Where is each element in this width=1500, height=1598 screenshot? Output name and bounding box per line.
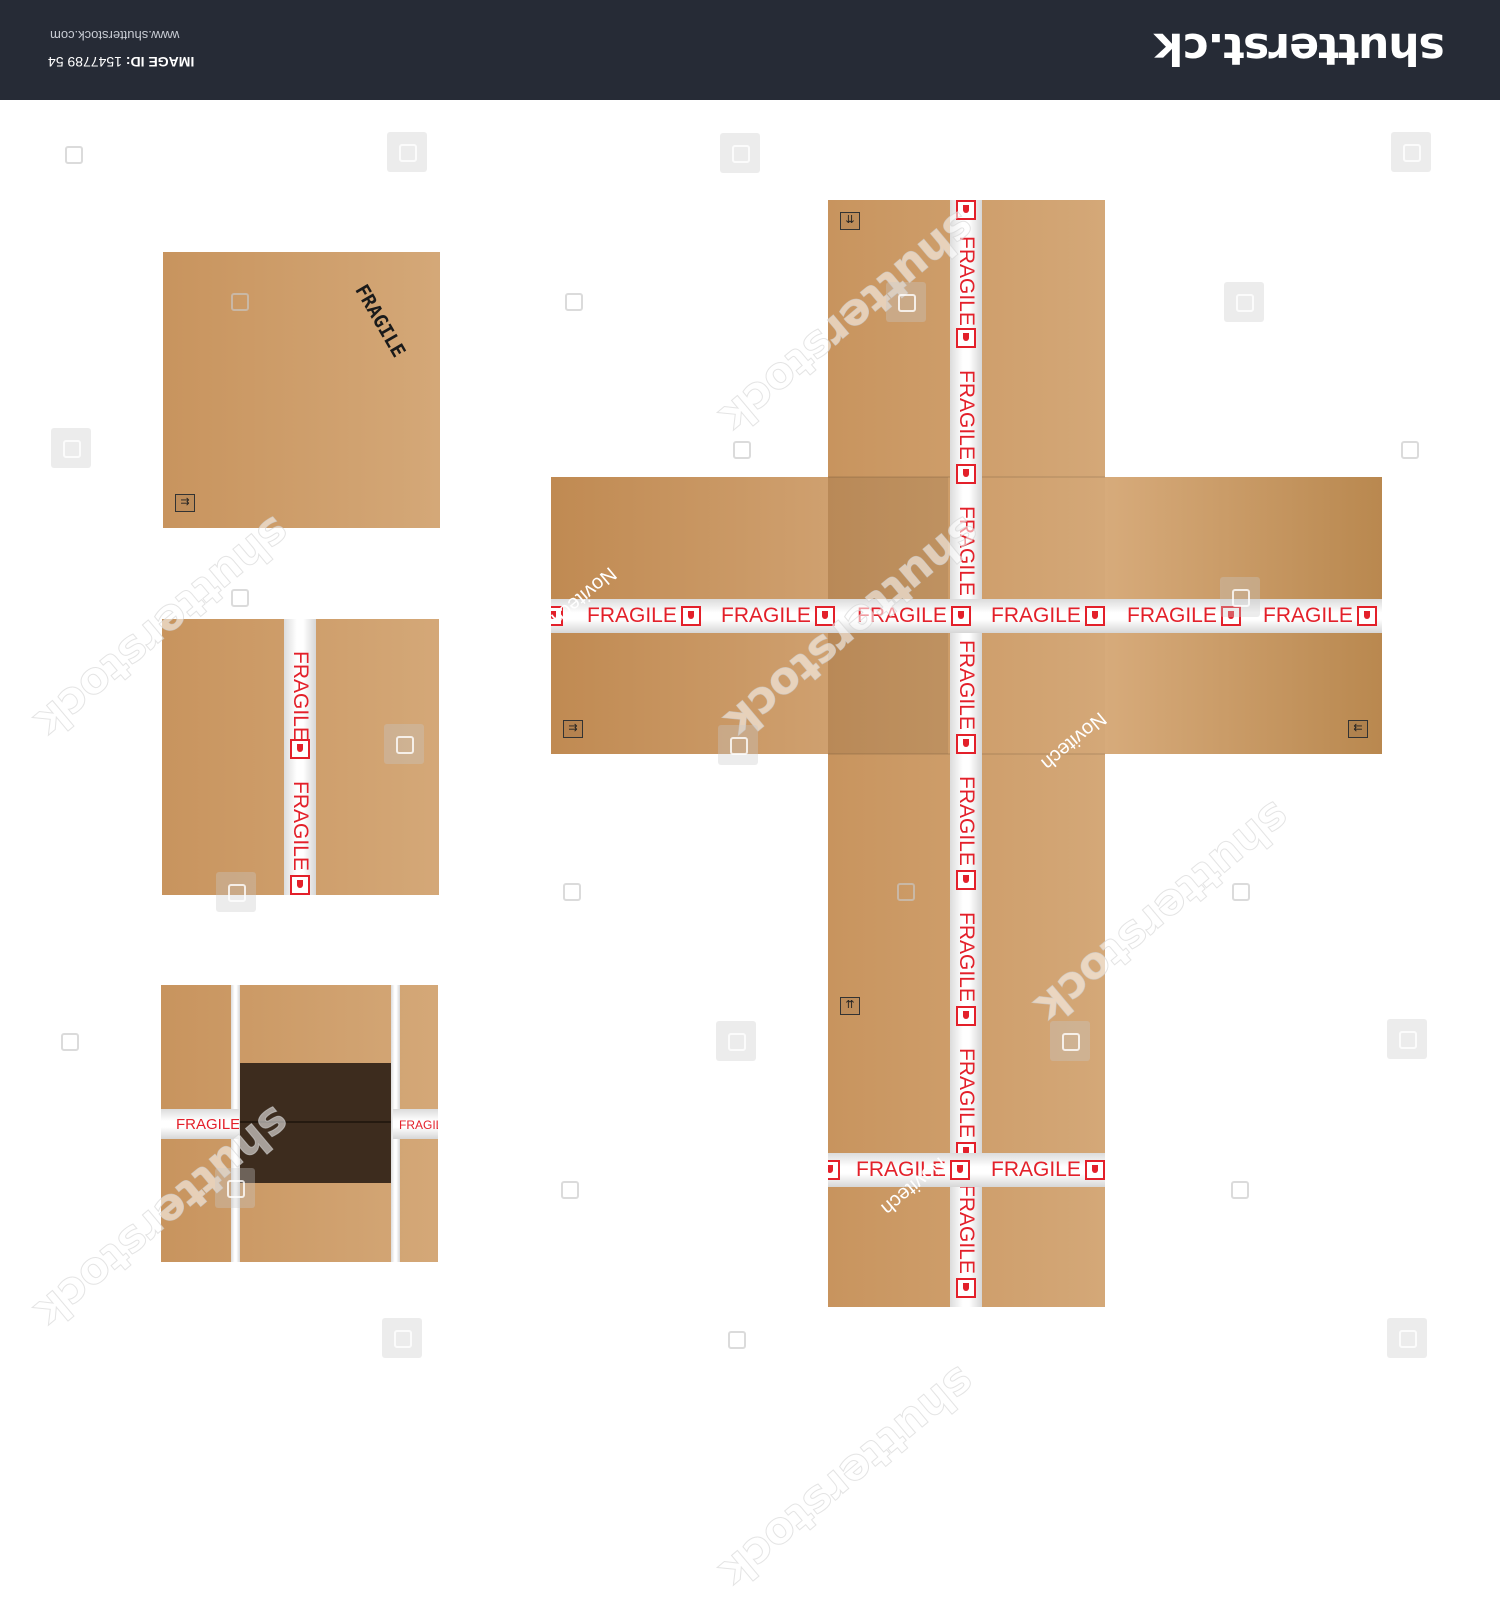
box-panel-plain: ⇉ [163, 252, 440, 528]
this-side-up-icon: ⇇ [1348, 720, 1368, 738]
watermark-logo-icon [1220, 577, 1260, 617]
tape-label: FRAGILE [955, 912, 978, 1002]
tape-label: FRAGILE [955, 776, 978, 866]
watermark-logo-icon [1050, 1021, 1090, 1061]
fragile-glass-icon [828, 1160, 840, 1180]
fragile-glass-icon [1085, 1160, 1105, 1180]
watermark-logo-icon [886, 282, 926, 322]
tape-label: FRAGILE [955, 1184, 978, 1274]
watermark-logo-icon [387, 132, 427, 172]
fragile-glass-icon [1357, 606, 1377, 626]
fragile-glass-icon [681, 606, 701, 626]
tape-label: FRAGILE [289, 781, 312, 871]
box-panel-open: FRAGILE FRAGILE [161, 985, 438, 1262]
tape-label: FRAGILE [955, 1048, 978, 1138]
brand-logo: shutterst.ck [1155, 23, 1445, 74]
site-url: www.shutterstock.com [50, 28, 180, 43]
fragile-glass-icon [950, 1160, 970, 1180]
fragile-glass-icon [290, 739, 310, 759]
watermark-logo-icon [58, 1030, 80, 1052]
watermark-logo-icon [228, 290, 250, 312]
watermark-logo-icon [716, 1021, 756, 1061]
image-id-label: IMAGE ID: [125, 54, 195, 70]
watermark-logo-icon [720, 133, 760, 173]
header-banner: shutterst.ck www.shutterstock.com IMAGE … [0, 0, 1500, 100]
tape-label: FRAGILE [289, 651, 312, 741]
watermark-logo-icon [894, 880, 916, 902]
watermark-logo-icon [382, 1318, 422, 1358]
tape-label: FRAGILE [587, 604, 677, 627]
watermark-logo-icon [62, 143, 84, 165]
watermark-logo-icon [1391, 132, 1431, 172]
fragile-glass-icon [956, 1006, 976, 1026]
watermark-logo-icon [1387, 1318, 1427, 1358]
this-side-up-icon: ⇉ [175, 494, 195, 512]
fragile-glass-icon [956, 734, 976, 754]
fragile-glass-icon [1085, 606, 1105, 626]
image-id-value: 1547789 54 [48, 54, 122, 70]
watermark-logo-icon [1398, 438, 1420, 460]
watermark-logo-icon [384, 724, 424, 764]
watermark-logo-icon [216, 872, 256, 912]
tape-label: FRAGILE [955, 640, 978, 730]
watermark-text: shutterstock [710, 1355, 985, 1598]
fragile-glass-icon [956, 1278, 976, 1298]
vertical-tape: FRAGILE FRAGILE [284, 619, 316, 895]
tape-label: FRAGILE [721, 604, 811, 627]
tape-label: FRAGILE [955, 370, 978, 460]
watermark-logo-icon [215, 1168, 255, 1208]
tape-label: FRAGILE [991, 1158, 1081, 1181]
fragile-glass-icon [951, 606, 971, 626]
fragile-glass-icon [956, 328, 976, 348]
watermark-logo-icon [1229, 880, 1251, 902]
tape-label: FRAGILE [399, 1118, 438, 1132]
image-id: IMAGE ID: 1547789 54 [48, 52, 208, 72]
watermark-logo-icon [51, 428, 91, 468]
watermark-logo-icon [725, 1328, 747, 1350]
watermark-logo-icon [562, 290, 584, 312]
watermark-logo-icon [730, 438, 752, 460]
watermark-logo-icon [228, 586, 250, 608]
tape-label: FRAGILE [1263, 604, 1353, 627]
watermark-logo-icon [558, 1178, 580, 1200]
tape-label: FRAGILE [1127, 604, 1217, 627]
this-side-up-icon: ⇉ [563, 720, 583, 738]
this-side-up-icon: ⇈ [840, 997, 860, 1015]
this-side-up-icon: ⇊ [840, 212, 860, 230]
watermark-logo-icon [1387, 1019, 1427, 1059]
watermark-logo-icon [1228, 1178, 1250, 1200]
watermark-logo-icon [560, 880, 582, 902]
fragile-glass-icon [956, 870, 976, 890]
net-vertical-tape: FRAGILE FRAGILE FRAGILE FRAGILE FRAGILE … [950, 200, 982, 1307]
watermark-logo-icon [1224, 282, 1264, 322]
fragile-glass-icon [956, 464, 976, 484]
horizontal-tape-right: FRAGILE [393, 1109, 438, 1139]
watermark-logo-icon [718, 725, 758, 765]
fragile-glass-icon [290, 875, 310, 895]
tape-label: FRAGILE [991, 604, 1081, 627]
net-bottom-tape: FRAGILE FRAGILE [828, 1153, 1105, 1187]
